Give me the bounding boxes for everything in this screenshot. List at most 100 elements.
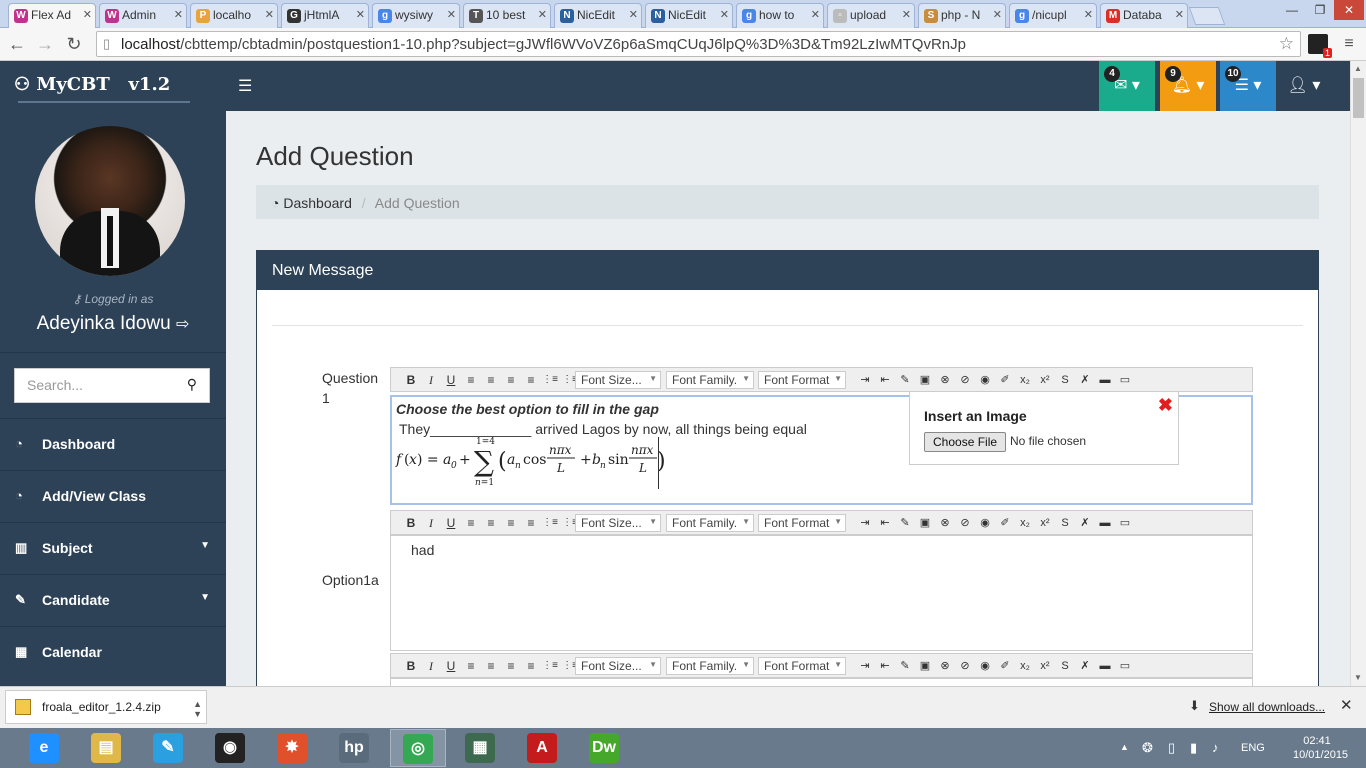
taskbar-app[interactable]: ◎: [390, 729, 446, 767]
align-right-icon[interactable]: ≡: [503, 372, 519, 388]
browser-tab[interactable]: W Admin ✕: [99, 3, 187, 28]
font-format-select[interactable]: Font Format ▼: [758, 514, 846, 532]
bold-icon[interactable]: B: [403, 658, 419, 674]
align-right-icon[interactable]: ≡: [503, 658, 519, 674]
taskbar-app[interactable]: Dw: [576, 729, 632, 767]
outdent-icon[interactable]: ⇤: [877, 372, 893, 388]
bold-icon[interactable]: B: [403, 372, 419, 388]
add-image-icon[interactable]: ▣: [917, 372, 933, 388]
edit-html-icon[interactable]: ✐: [997, 658, 1013, 674]
outdent-icon[interactable]: ⇤: [877, 658, 893, 674]
bookmark-star-icon[interactable]: ☆: [1279, 34, 1294, 54]
justify-icon[interactable]: ≡: [523, 372, 539, 388]
tray-app-icon[interactable]: ❂: [1142, 740, 1153, 756]
align-center-icon[interactable]: ≡: [483, 515, 499, 531]
link-icon[interactable]: ⊗: [937, 515, 953, 531]
color-icon[interactable]: ◉: [977, 658, 993, 674]
browser-tab[interactable]: g wysiwy ✕: [372, 3, 460, 28]
scroll-down-icon[interactable]: ▼: [1354, 673, 1362, 682]
font-family-select[interactable]: Font Family. ▼: [666, 514, 754, 532]
option-editor[interactable]: had: [390, 535, 1253, 651]
ordered-list-icon[interactable]: ⋮≡: [542, 372, 558, 388]
url-input[interactable]: ▯ localhost/cbttemp/cbtadmin/postquestio…: [96, 31, 1301, 57]
tab-close-icon[interactable]: ✕: [1084, 8, 1093, 21]
link-icon[interactable]: ⊗: [937, 372, 953, 388]
tab-close-icon[interactable]: ✕: [811, 8, 820, 21]
unlink-icon[interactable]: ⊘: [957, 372, 973, 388]
user-name[interactable]: Adeyinka Idowu ⇨: [0, 313, 226, 335]
download-item[interactable]: froala_editor_1.2.4.zip ▲ ▼: [5, 690, 207, 724]
remove-format-icon[interactable]: ✗: [1077, 515, 1093, 531]
new-tab-button[interactable]: [1188, 7, 1226, 25]
strikethrough-icon[interactable]: S: [1057, 658, 1073, 674]
html-icon[interactable]: ▭: [1117, 658, 1133, 674]
tab-close-icon[interactable]: ✕: [1175, 8, 1184, 21]
show-all-downloads-link[interactable]: Show all downloads...: [1209, 700, 1325, 714]
justify-icon[interactable]: ≡: [523, 658, 539, 674]
superscript-icon[interactable]: x²: [1037, 372, 1053, 388]
horizontal-rule-icon[interactable]: ▬: [1097, 515, 1113, 531]
highlight-icon[interactable]: ✎: [897, 372, 913, 388]
underline-icon[interactable]: U: [443, 372, 459, 388]
search-icon[interactable]: ⚲: [187, 376, 197, 393]
sidebar-search-input[interactable]: Search... ⚲: [14, 368, 210, 403]
edit-html-icon[interactable]: ✐: [997, 515, 1013, 531]
volume-icon[interactable]: ♪: [1212, 740, 1219, 755]
notification-button[interactable]: 9 🔔︎ ▾: [1160, 61, 1216, 111]
sidebar-item[interactable]: ◔ Add/View Class: [0, 470, 226, 522]
align-center-icon[interactable]: ≡: [483, 372, 499, 388]
sidebar-item[interactable]: ▦ Calendar: [0, 626, 226, 678]
language-indicator[interactable]: ENG: [1241, 742, 1265, 754]
add-image-icon[interactable]: ▣: [917, 515, 933, 531]
align-left-icon[interactable]: ≡: [463, 658, 479, 674]
font-format-select[interactable]: Font Format ▼: [758, 371, 846, 389]
taskbar-app[interactable]: hp: [326, 729, 382, 767]
font-size-select[interactable]: Font Size... ▼: [575, 657, 661, 675]
maximize-icon[interactable]: ❐: [1306, 0, 1334, 20]
tab-close-icon[interactable]: ✕: [83, 8, 92, 21]
strikethrough-icon[interactable]: S: [1057, 372, 1073, 388]
extension-icon[interactable]: 1: [1308, 34, 1332, 58]
browser-tab[interactable]: g how to ✕: [736, 3, 824, 28]
justify-icon[interactable]: ≡: [523, 515, 539, 531]
taskbar-app[interactable]: ▤: [78, 729, 134, 767]
tab-close-icon[interactable]: ✕: [993, 8, 1002, 21]
subscript-icon[interactable]: x₂: [1017, 658, 1033, 674]
strikethrough-icon[interactable]: S: [1057, 515, 1073, 531]
tab-close-icon[interactable]: ✕: [720, 8, 729, 21]
remove-format-icon[interactable]: ✗: [1077, 658, 1093, 674]
browser-tab[interactable]: M Databa ✕: [1100, 3, 1188, 28]
edit-html-icon[interactable]: ✐: [997, 372, 1013, 388]
browser-tab[interactable]: Plocalho ✕: [190, 3, 278, 28]
choose-file-button[interactable]: Choose File: [924, 432, 1007, 452]
network-icon[interactable]: ▮: [1190, 740, 1197, 756]
clock[interactable]: 02:41 10/01/2015: [1293, 734, 1348, 762]
tab-close-icon[interactable]: ✕: [174, 8, 183, 21]
browser-tab[interactable]: Sphp - N ✕: [918, 3, 1006, 28]
font-format-select[interactable]: Font Format ▼: [758, 657, 846, 675]
italic-icon[interactable]: I: [423, 372, 439, 388]
remove-format-icon[interactable]: ✗: [1077, 372, 1093, 388]
indent-icon[interactable]: ⇥: [857, 658, 873, 674]
unlink-icon[interactable]: ⊘: [957, 658, 973, 674]
subscript-icon[interactable]: x₂: [1017, 372, 1033, 388]
close-icon[interactable]: ✖: [1158, 395, 1173, 416]
browser-tab[interactable]: ▫ upload ✕: [827, 3, 915, 28]
browser-tab[interactable]: T 10 best ✕: [463, 3, 551, 28]
align-left-icon[interactable]: ≡: [463, 372, 479, 388]
tab-close-icon[interactable]: ✕: [447, 8, 456, 21]
chevron-down-icon[interactable]: ▲ ▼: [193, 699, 202, 719]
forward-icon[interactable]: →: [34, 33, 56, 55]
tab-close-icon[interactable]: ✕: [538, 8, 547, 21]
breadcrumb-home[interactable]: Dashboard: [283, 195, 352, 211]
color-icon[interactable]: ◉: [977, 372, 993, 388]
browser-tab[interactable]: g/nicupl ✕: [1009, 3, 1097, 28]
html-icon[interactable]: ▭: [1117, 515, 1133, 531]
browser-tab[interactable]: N NicEdit ✕: [554, 3, 642, 28]
indent-icon[interactable]: ⇥: [857, 515, 873, 531]
browser-tab[interactable]: N NicEdit ✕: [645, 3, 733, 28]
link-icon[interactable]: ⊗: [937, 658, 953, 674]
indent-icon[interactable]: ⇥: [857, 372, 873, 388]
close-window-icon[interactable]: ✕: [1334, 0, 1364, 20]
font-family-select[interactable]: Font Family. ▼: [666, 371, 754, 389]
